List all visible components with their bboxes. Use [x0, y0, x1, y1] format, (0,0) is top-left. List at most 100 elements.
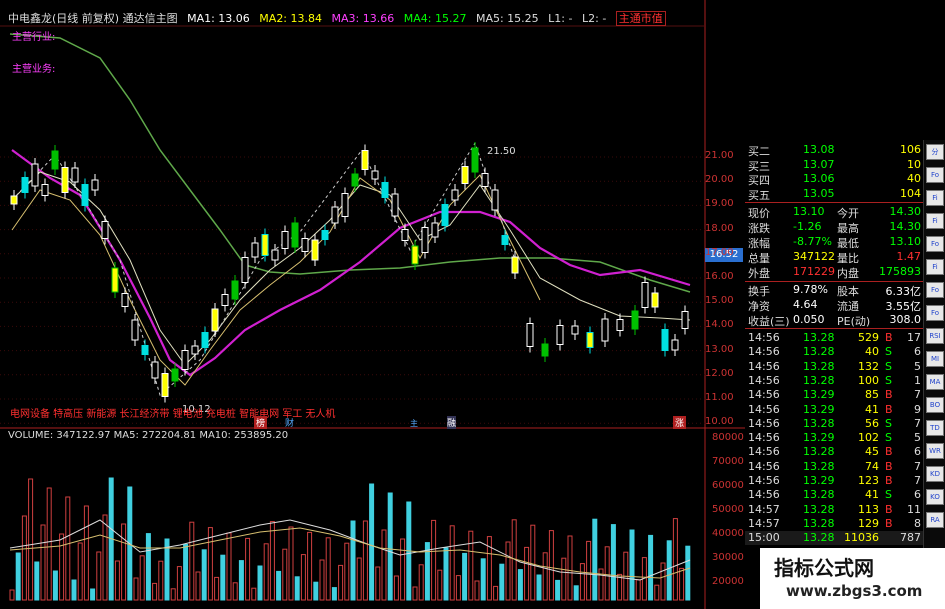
toolbar-button[interactable]: RA	[926, 512, 944, 528]
stat-value: 13.10	[793, 205, 825, 218]
stat-value: 175893	[879, 265, 921, 278]
marker-cai[interactable]: 财	[285, 416, 294, 429]
toolbar-button[interactable]: WR	[926, 443, 944, 459]
tick-time: 15:00	[748, 531, 780, 545]
tick-side: S	[885, 373, 892, 387]
candlestick-chart[interactable]	[0, 0, 745, 609]
candle-body	[181, 350, 189, 370]
kline-chart-area[interactable]: 中电鑫龙(日线 前复权) 通达信主图 MA1: 13.06 MA2: 13.84…	[0, 0, 745, 609]
ma4-value: MA4: 15.27	[403, 12, 467, 25]
toolbar-button[interactable]: Fi	[926, 213, 944, 229]
volume-bar	[331, 587, 337, 601]
volume-tick-label: 20000	[712, 576, 744, 587]
bid-price: 13.05	[803, 186, 835, 200]
volume-bar	[257, 565, 263, 601]
tick-price: 13.28	[803, 331, 835, 344]
volume-bar	[77, 542, 83, 601]
volume-bar	[505, 541, 511, 601]
tick-row: 14:56 13.28 56 S 7	[745, 417, 923, 431]
bid-price: 13.06	[803, 172, 835, 185]
ma1-value: MA1: 13.06	[187, 12, 250, 25]
toolbar-button[interactable]: Fo	[926, 305, 944, 321]
candle-body	[471, 147, 479, 173]
volume-bar	[350, 520, 356, 601]
candle-body	[541, 343, 549, 357]
toolbar-button[interactable]: BO	[926, 397, 944, 413]
toolbar-button[interactable]: KO	[926, 489, 944, 505]
candle-body	[321, 230, 329, 240]
toolbar-button[interactable]: Fo	[926, 167, 944, 183]
volume-bar	[362, 520, 368, 601]
stat-value: 347122	[793, 250, 835, 263]
toolbar-button[interactable]: Fo	[926, 236, 944, 252]
stat-value: 13.10	[889, 235, 922, 248]
bid-row: 买二 13.08 106	[745, 143, 923, 158]
volume-tick-label: 70000	[712, 456, 744, 467]
toolbar-button[interactable]: Fi	[926, 259, 944, 275]
toolbar-button[interactable]: MI	[926, 351, 944, 367]
volume-bar	[294, 576, 300, 601]
tick-price: 13.28	[803, 445, 835, 459]
volume-bar	[431, 519, 437, 601]
quote-panel: 买二 13.08 106 买三 13.07 10 买四 13.06 40 买五 13.05 104 现价…	[745, 140, 923, 550]
volume-tick-label: 60000	[712, 480, 744, 491]
marker-bang[interactable]: 榜	[254, 416, 268, 429]
candle-body	[351, 173, 359, 187]
candle-body	[71, 167, 79, 183]
volume-bar	[524, 546, 530, 601]
tick-time: 14:56	[748, 373, 780, 387]
volume-bar	[604, 546, 610, 601]
tick-volume: 56	[865, 416, 879, 430]
volume-bar	[34, 561, 40, 601]
stat-row: 涨跌 -1.26 最高 14.30	[745, 220, 923, 235]
price-tick-label: 17.00	[705, 246, 734, 258]
toolbar-button[interactable]: 分	[926, 144, 944, 160]
divider	[745, 328, 923, 329]
marker-zhu[interactable]: 主	[410, 418, 418, 429]
bid-price: 13.07	[803, 157, 835, 171]
tick-side: B	[885, 502, 893, 516]
marker-zhang[interactable]: 涨	[673, 416, 687, 429]
ma-5-line	[11, 174, 541, 386]
candle-body	[81, 184, 89, 206]
watermark-logo: 指标公式网 www.zbgs3.com	[760, 548, 945, 609]
marker-rong[interactable]: 融	[447, 416, 457, 429]
tick-count: 9	[914, 402, 921, 416]
bid-volume: 10	[907, 157, 921, 171]
volume-bar	[573, 585, 579, 601]
toolbar-button[interactable]: MA	[926, 374, 944, 390]
volume-tick-label: 40000	[712, 528, 744, 539]
stat-row: 总量 347122 量比 1.47	[745, 250, 923, 265]
tick-volume: 100	[858, 373, 879, 387]
toolbar-button[interactable]: Fi	[926, 190, 944, 206]
price-tick-label: 20.00	[705, 174, 734, 186]
candle-body	[431, 222, 439, 238]
tick-time: 14:56	[748, 388, 780, 402]
market-cap-tag[interactable]: 主通市值	[615, 11, 666, 26]
volume-bar	[71, 579, 77, 601]
price-tick-label: 21.00	[705, 150, 734, 161]
toolbar-button[interactable]: TD	[926, 420, 944, 436]
volume-bar	[462, 552, 468, 601]
tick-side: B	[885, 516, 893, 530]
stat-value: 0.050	[793, 313, 825, 326]
stat-value: 14.30	[889, 205, 922, 218]
volume-bar	[629, 529, 635, 601]
tick-count: 7	[914, 474, 921, 487]
candle-body	[61, 167, 69, 193]
candle-body	[651, 292, 659, 308]
tick-volume: 123	[858, 474, 879, 487]
candle-body	[251, 242, 259, 258]
volume-bar	[648, 534, 654, 601]
volume-bar	[139, 555, 145, 601]
toolbar-button[interactable]: RSI	[926, 328, 944, 344]
toolbar-button[interactable]: KD	[926, 466, 944, 482]
bid-volume: 104	[900, 186, 921, 200]
candle-body	[111, 267, 119, 293]
volume-bar	[493, 585, 499, 601]
stat-value: 308.0	[889, 313, 922, 326]
tick-time: 14:56	[748, 402, 780, 416]
volume-bar	[443, 547, 449, 601]
tick-time: 14:56	[748, 474, 780, 487]
toolbar-button[interactable]: Fo	[926, 282, 944, 298]
